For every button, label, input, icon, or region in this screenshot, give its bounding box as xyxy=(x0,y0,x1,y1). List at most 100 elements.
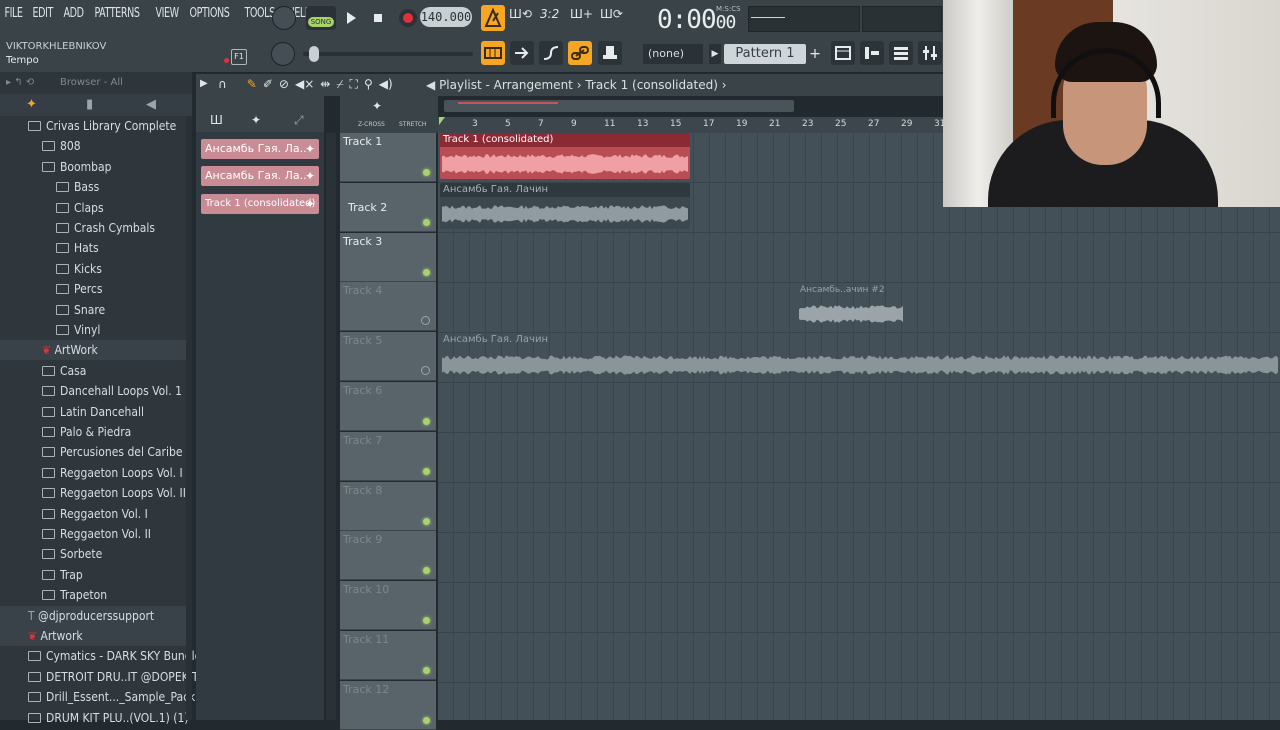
track-header[interactable]: Track 5 xyxy=(340,332,436,382)
browser-file-icon[interactable]: ▮ xyxy=(86,97,93,112)
track-enable-led[interactable] xyxy=(423,218,430,226)
timeline-ruler[interactable]: 3 5 7 9 11 13 15 17 19 21 23 25 27 29 31 xyxy=(438,117,945,133)
menu-patterns[interactable]: PATTERNS xyxy=(92,6,142,28)
clip-track1-consolidated[interactable]: Track 1 (consolidated) xyxy=(440,133,690,179)
track-header[interactable]: Track 10 xyxy=(340,581,436,631)
browser-item[interactable]: Cymatics - DARK SKY Bundle xyxy=(0,646,201,666)
add-pattern-button[interactable]: + xyxy=(808,44,822,64)
browser-item[interactable]: Crash Cymbals xyxy=(0,218,186,238)
picker-scrollbar[interactable] xyxy=(326,133,336,720)
browser-item[interactable]: DETROIT DRU..IT @DOPEKIT xyxy=(0,667,199,687)
pattern-prev-button[interactable]: ▶ xyxy=(709,44,721,64)
zoom-icon[interactable]: ⚲ xyxy=(364,77,373,93)
track-enable-led[interactable] xyxy=(423,667,430,674)
link-button[interactable] xyxy=(568,41,592,65)
stamp-button[interactable] xyxy=(598,41,622,65)
playlist-menu-arrow[interactable]: ▶ xyxy=(200,78,208,89)
browser-item[interactable]: Boombap xyxy=(0,157,186,177)
browser-item[interactable]: ❦ ArtWork xyxy=(0,340,186,361)
master-pitch-slider[interactable] xyxy=(303,52,473,56)
browser-item[interactable]: ❦ Artwork xyxy=(0,626,186,646)
browser-item[interactable]: Vinyl xyxy=(0,320,186,340)
mixer-button[interactable] xyxy=(918,41,942,65)
browser-item[interactable]: Latin Dancehall xyxy=(0,402,186,422)
browser-item[interactable]: Percusiones del Caribe xyxy=(0,442,186,462)
play-button[interactable] xyxy=(340,6,362,30)
mute-icon[interactable]: ◀× xyxy=(295,77,314,93)
track-header[interactable]: Track 7 xyxy=(340,431,436,481)
track-header[interactable]: Track 6 xyxy=(340,382,436,431)
menu-edit[interactable]: EDIT xyxy=(30,6,55,28)
countdown-button[interactable]: 3:2 xyxy=(540,7,564,29)
browser-item[interactable]: Hats xyxy=(0,238,186,258)
playback-icon[interactable]: ◀) xyxy=(379,77,393,93)
track-header[interactable]: Track 8 xyxy=(340,481,436,531)
track-header[interactable]: Track 2 xyxy=(340,182,436,232)
browser-scrollbar[interactable] xyxy=(186,116,192,720)
browser-item[interactable]: Crivas Library Complete xyxy=(0,116,186,136)
piano-roll-button[interactable] xyxy=(481,41,505,65)
master-volume-knob[interactable] xyxy=(271,42,295,66)
browser-item[interactable]: Palo & Piedra xyxy=(0,422,186,442)
browser-item[interactable]: Reggaeton Loops Vol. II xyxy=(0,483,186,503)
magnet-icon[interactable]: ∩ xyxy=(218,77,227,93)
track-enable-led[interactable] xyxy=(423,268,430,276)
browser-item[interactable]: DRUM KIT PLU..(VOL.1) (1) xyxy=(0,708,189,728)
track-enable-led[interactable] xyxy=(423,467,430,475)
delete-icon[interactable]: ⊘ xyxy=(279,77,289,93)
f1-button[interactable]: F1 xyxy=(231,49,247,65)
playlist-window-button[interactable] xyxy=(831,41,855,65)
menu-add[interactable]: ADD xyxy=(61,6,86,28)
browser-item[interactable]: Claps xyxy=(0,198,186,218)
picker-clip-1[interactable]: Ансамбь Гая. Ла.. ✦ xyxy=(201,139,319,159)
horizontal-scrollbar[interactable] xyxy=(444,100,794,112)
track-enable-led[interactable] xyxy=(423,418,430,425)
paint-icon[interactable]: ✐ xyxy=(263,77,273,93)
browser-speaker-icon[interactable]: ◀ xyxy=(146,97,156,112)
pattern-selector[interactable]: Pattern 1 xyxy=(724,44,806,64)
picker-clip-3[interactable]: Track 1 (consolidated) ✦ xyxy=(201,194,319,214)
browser-item[interactable]: Snare xyxy=(0,300,186,320)
browser-item[interactable]: Kicks xyxy=(0,259,186,279)
browser-item[interactable]: Casa xyxy=(0,361,186,381)
track-enable-led[interactable] xyxy=(421,366,430,376)
track-header[interactable]: Track 9 xyxy=(340,531,436,581)
track-enable-led[interactable] xyxy=(423,716,430,724)
track-enable-led[interactable] xyxy=(423,517,430,525)
browser-item[interactable]: Reggaeton Vol. II xyxy=(0,524,186,544)
loop-record-button[interactable]: Ш⟳ xyxy=(600,7,624,29)
menu-view[interactable]: VIEW xyxy=(153,6,181,28)
blend-notes-button[interactable]: Ш+ xyxy=(570,7,594,29)
slip-icon[interactable]: ⇹ xyxy=(320,77,330,93)
track-header[interactable]: Track 1 xyxy=(340,133,436,182)
track-header[interactable]: Track 3 xyxy=(340,232,436,282)
browser-item[interactable]: Drill_Essent..._Sample_Pack xyxy=(0,687,195,707)
browser-item[interactable]: Reggaeton Vol. I xyxy=(0,504,186,524)
browser-item[interactable]: Percs xyxy=(0,279,186,299)
browser-nav-icon[interactable]: ▸ ↰ ⟲ xyxy=(6,77,34,88)
menu-options[interactable]: OPTIONS xyxy=(187,6,232,28)
draw-mode-button[interactable] xyxy=(539,41,563,65)
track-enable-led[interactable] xyxy=(421,316,430,326)
picker-clip-2[interactable]: Ансамбь Гая. Ла.. ✦ xyxy=(201,166,319,186)
picker-automation-icon[interactable]: ⤢ xyxy=(294,113,304,128)
track-enable-led[interactable] xyxy=(423,567,430,575)
browser-item[interactable]: Dancehall Loops Vol. 1 xyxy=(0,381,186,401)
wait-for-input-button[interactable]: Ш⟲ xyxy=(509,7,533,29)
zcross-label[interactable]: Z-CROSS xyxy=(358,121,385,128)
snap-icon[interactable]: ✦ xyxy=(372,99,382,113)
track-header[interactable]: Track 12 xyxy=(340,680,436,730)
browser-item[interactable]: Reggaeton Loops Vol. I xyxy=(0,463,186,483)
browser-item[interactable]: Sorbete xyxy=(0,544,186,564)
clip-track4-audio[interactable]: Ансамбь..ачин #2 xyxy=(797,283,905,327)
stop-button[interactable] xyxy=(367,6,389,30)
playhead-marker[interactable] xyxy=(439,117,445,125)
stretch-label[interactable]: STRETCH xyxy=(399,121,426,128)
slice-icon[interactable]: ⌿ xyxy=(336,77,343,93)
channel-filter-select[interactable]: (none) xyxy=(643,44,703,64)
song-mode-toggle[interactable]: SONG xyxy=(306,6,336,30)
picker-pattern-icon[interactable]: Ш xyxy=(210,113,223,127)
clip-track2-audio[interactable]: Ансамбь Гая. Лачин xyxy=(440,183,690,229)
picker-audio-icon[interactable]: ✦ xyxy=(251,113,261,127)
select-icon[interactable]: ⛶ xyxy=(350,77,358,93)
